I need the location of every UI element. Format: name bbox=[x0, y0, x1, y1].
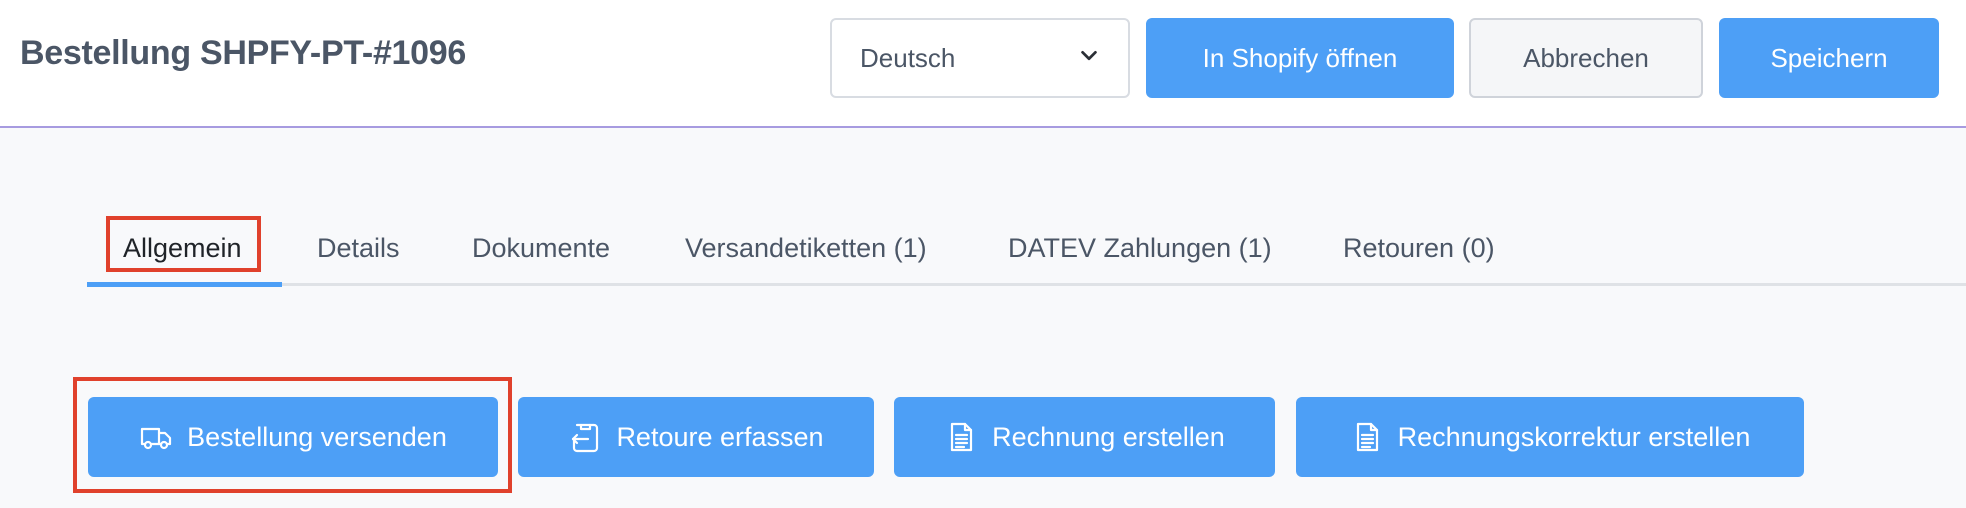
tab-versandetiketten[interactable]: Versandetiketten (1) bbox=[685, 210, 927, 286]
tab-datev-zahlungen[interactable]: DATEV Zahlungen (1) bbox=[1008, 210, 1272, 286]
tab-dokumente[interactable]: Dokumente bbox=[472, 210, 610, 286]
create-invoice-correction-button[interactable]: Rechnungskorrektur erstellen bbox=[1296, 397, 1804, 477]
highlight-box-tab bbox=[106, 216, 261, 272]
language-select[interactable]: Deutsch bbox=[830, 18, 1130, 98]
create-invoice-button[interactable]: Rechnung erstellen bbox=[894, 397, 1275, 477]
return-icon bbox=[568, 420, 602, 454]
cancel-button[interactable]: Abbrechen bbox=[1469, 18, 1703, 98]
open-in-shopify-button[interactable]: In Shopify öffnen bbox=[1146, 18, 1454, 98]
tab-details[interactable]: Details bbox=[317, 210, 400, 286]
tab-bar: Allgemein Details Dokumente Versandetike… bbox=[87, 210, 1966, 286]
page-title: Bestellung SHPFY-PT-#1096 bbox=[20, 34, 466, 72]
save-button[interactable]: Speichern bbox=[1719, 18, 1939, 98]
document-icon bbox=[944, 420, 978, 454]
highlight-box-action bbox=[73, 377, 512, 493]
document-icon bbox=[1350, 420, 1384, 454]
create-return-label: Retoure erfassen bbox=[616, 421, 824, 452]
header-bar: Bestellung SHPFY-PT-#1096 Deutsch In Sho… bbox=[0, 0, 1966, 128]
language-select-value: Deutsch bbox=[860, 42, 956, 73]
chevron-down-icon bbox=[1078, 43, 1100, 74]
create-invoice-correction-label: Rechnungskorrektur erstellen bbox=[1397, 421, 1751, 452]
create-invoice-label: Rechnung erstellen bbox=[992, 421, 1225, 452]
tab-retouren[interactable]: Retouren (0) bbox=[1343, 210, 1495, 286]
create-return-button[interactable]: Retoure erfassen bbox=[518, 397, 874, 477]
